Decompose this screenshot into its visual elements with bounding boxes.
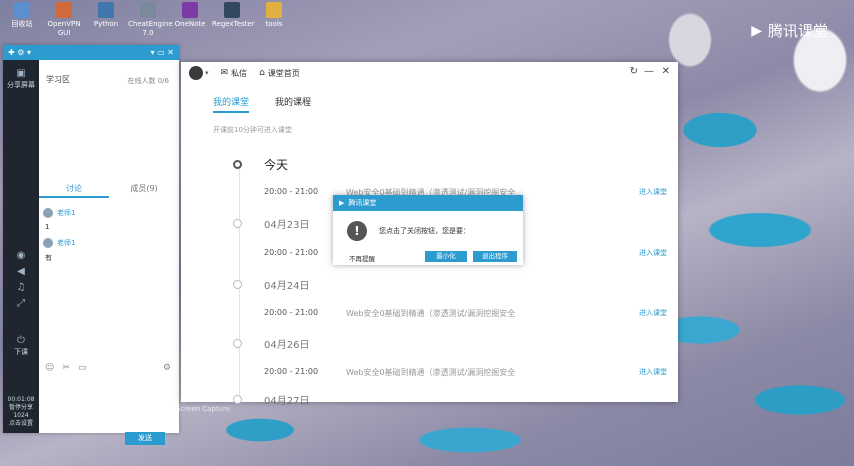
volume-button[interactable]: ◀	[3, 266, 39, 278]
side-rail: ▣ 分享屏幕 ◉ ◀ ♫ ⤢ ⏻ 下课 00:01:08 暂停分享 1024 点…	[3, 60, 39, 433]
chat-message-author: 老师1	[43, 238, 75, 248]
share-screen-button[interactable]: ▣ 分享屏幕	[3, 68, 39, 90]
minimize-button[interactable]: —	[644, 66, 654, 77]
enter-classroom-link[interactable]: 进入课堂	[639, 248, 667, 258]
fullscreen-button[interactable]: ⤢	[3, 298, 39, 310]
panel-title: 学习区	[46, 75, 70, 84]
desktop-icon[interactable]: OpenVPN GUI	[44, 2, 84, 38]
side-panel-main: 学习区 在线人数 0/6 讨论 成员(9) 老师1 1 老师1 有 ☺ ✂ ▭ …	[39, 60, 179, 445]
openvpn-icon	[56, 2, 72, 18]
tab-my-classroom[interactable]: 我的课堂	[213, 95, 250, 113]
speaker-icon: ◀	[17, 266, 25, 277]
panel-tabs: 讨论 成员(9)	[39, 182, 179, 198]
minimize-button[interactable]: 最小化	[425, 251, 467, 262]
power-icon: ⏻	[17, 335, 25, 346]
timeline-dot	[233, 339, 242, 348]
close-confirm-dialog: ▶ 腾讯课堂 ! 您点击了关闭按钮，您是要： 不再提醒 最小化 退出程序	[333, 195, 523, 265]
main-titlebar: ▾ ✉ 私信 ⌂ 课堂首页 ↻ — ✕	[181, 62, 678, 84]
dialog-message: 您点击了关闭按钮，您是要：	[379, 227, 470, 235]
day-header: 04月27日	[233, 392, 309, 407]
screen-icon: ▣	[16, 68, 26, 79]
online-count: 在线人数 0/6	[127, 77, 170, 85]
screen-capture-watermark: Screen Capture	[176, 405, 231, 413]
music-button[interactable]: ♫	[3, 282, 39, 294]
chevron-down-icon[interactable]: ▾	[205, 69, 209, 77]
avatar[interactable]	[189, 66, 203, 80]
desktop-icon[interactable]: tools	[254, 2, 294, 29]
mic-icon: ◉	[16, 250, 26, 261]
timeline-dot	[233, 160, 242, 169]
close-button[interactable]: ✕	[662, 66, 670, 77]
avatar	[43, 238, 53, 248]
chat-toolbar: ☺ ✂ ▭ ⚙	[45, 363, 171, 373]
chat-message-text: 有	[45, 254, 52, 262]
desktop-icon[interactable]: Python	[86, 2, 126, 29]
mic-button[interactable]: ◉	[3, 250, 39, 262]
pin-icon[interactable]: ✚ ⚙ ▾	[8, 48, 31, 57]
refresh-icon[interactable]: ↻	[630, 66, 638, 77]
music-icon: ♫	[16, 282, 26, 293]
day-header: 今天	[233, 156, 288, 173]
side-panel-topbar: ✚ ⚙ ▾ ▾ ▭ ✕	[3, 45, 179, 60]
send-button[interactable]: 发送	[125, 432, 165, 445]
emoji-icon[interactable]: ☺	[45, 363, 54, 373]
logo-icon: ▶	[751, 22, 762, 39]
class-status: 00:01:08 暂停分享 1024 点击设置	[7, 396, 35, 427]
timeline-dot	[233, 219, 242, 228]
lesson-row: 20:00 - 21:00 Web安全0基础到精通（渗透测试/漏洞挖掘安全 进入…	[264, 367, 667, 377]
home-link[interactable]: ⌂ 课堂首页	[259, 68, 300, 79]
enter-classroom-link[interactable]: 进入课堂	[639, 187, 667, 197]
main-tabs: 我的课堂 我的课程	[213, 95, 311, 113]
window-controls[interactable]: ▾ ▭ ✕	[151, 48, 174, 57]
desktop-icon[interactable]: OneNote	[170, 2, 210, 29]
exit-button[interactable]: 退出程序	[473, 251, 517, 262]
mail-icon: ✉	[220, 68, 229, 78]
expand-icon: ⤢	[17, 298, 25, 309]
enter-hint: 开课前10分钟可进入课堂	[213, 126, 292, 134]
app-icon: ▶	[339, 199, 345, 207]
tab-discussion[interactable]: 讨论	[39, 182, 109, 198]
desktop-icon[interactable]: CheatEngine 7.0	[128, 2, 173, 38]
gear-icon[interactable]: ⚙	[163, 363, 171, 373]
day-header: 04月24日	[233, 277, 309, 292]
messages-link[interactable]: ✉ 私信	[221, 68, 248, 79]
regex-icon	[224, 2, 240, 18]
enter-classroom-link[interactable]: 进入课堂	[639, 367, 667, 377]
chat-message-author: 老师1	[43, 208, 75, 218]
day-header: 04月26日	[233, 336, 309, 351]
end-class-button[interactable]: ⏻ 下课	[3, 335, 39, 357]
tab-members[interactable]: 成员(9)	[109, 182, 179, 198]
enter-classroom-link[interactable]: 进入课堂	[639, 308, 667, 318]
home-icon: ⌂	[259, 68, 265, 78]
warning-icon: !	[347, 221, 367, 241]
tab-my-courses[interactable]: 我的课程	[275, 95, 311, 113]
avatar	[43, 208, 53, 218]
timeline-dot	[233, 280, 242, 289]
image-icon[interactable]: ▭	[78, 363, 87, 373]
desktop-icon[interactable]: 回收站	[2, 2, 42, 29]
folder-icon	[266, 2, 282, 18]
cheatengine-icon	[140, 2, 156, 18]
onenote-icon	[182, 2, 198, 18]
python-icon	[98, 2, 114, 18]
recycle-bin-icon	[14, 2, 30, 18]
day-header: 04月23日	[233, 216, 309, 231]
tencent-classroom-brand: ▶ 腾讯课堂	[751, 22, 828, 40]
timeline-dot	[233, 395, 242, 404]
desktop-icon[interactable]: RegexTester	[212, 2, 255, 29]
scissors-icon[interactable]: ✂	[62, 363, 70, 373]
lesson-row: 20:00 - 21:00 Web安全0基础到精通（渗透测试/漏洞挖掘安全 进入…	[264, 308, 667, 318]
classroom-side-panel: ✚ ⚙ ▾ ▾ ▭ ✕ ▣ 分享屏幕 ◉ ◀ ♫ ⤢ ⏻ 下课 00:01:08…	[3, 45, 179, 445]
chat-message-text: 1	[45, 223, 50, 231]
no-remind-checkbox[interactable]: 不再提醒	[349, 253, 375, 263]
dialog-titlebar: ▶ 腾讯课堂	[333, 195, 523, 211]
